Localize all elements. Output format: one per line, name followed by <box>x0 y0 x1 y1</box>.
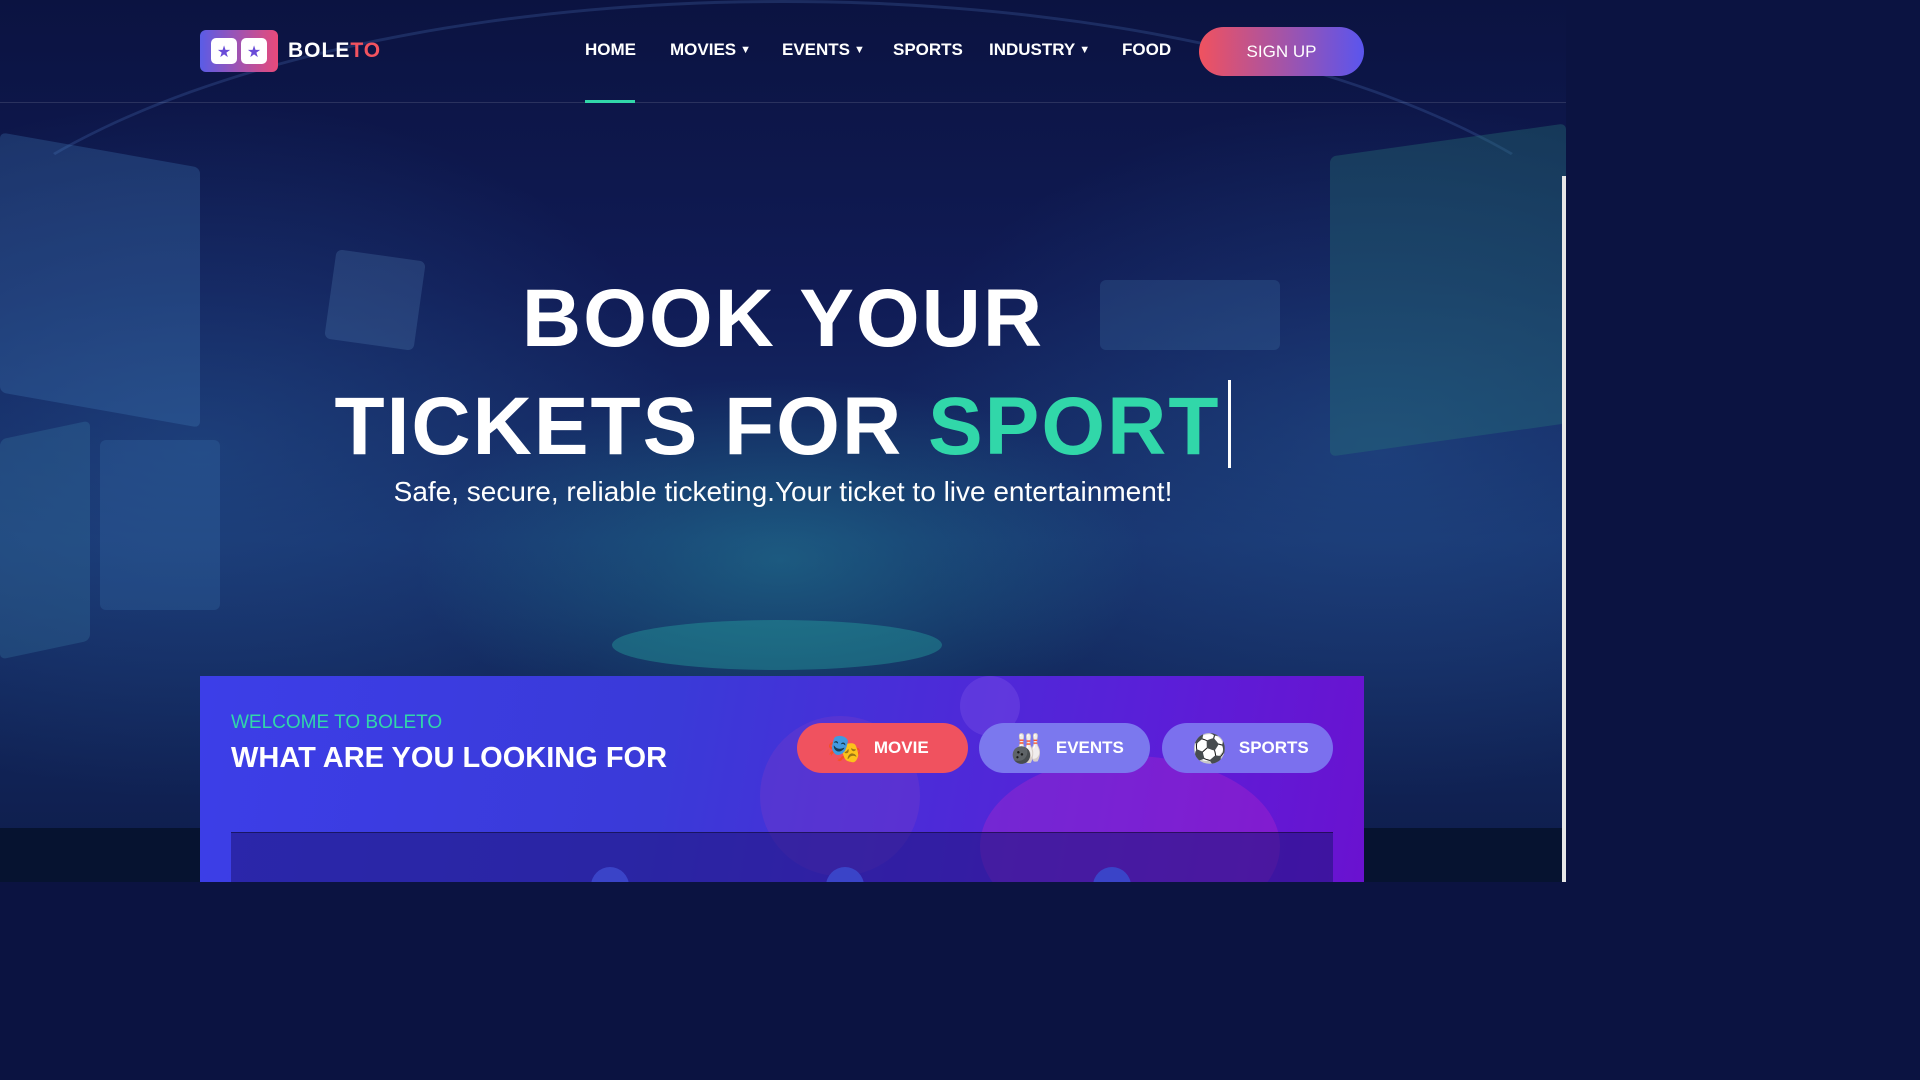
nav-item-label: EVENTS <box>782 40 851 59</box>
chevron-down-icon: ▼ <box>740 44 752 56</box>
typing-cursor <box>1228 380 1232 468</box>
category-events-button[interactable]: 🎳 EVENTS <box>979 723 1150 773</box>
ticket-icon: ★ ★ <box>200 30 278 72</box>
search-form <box>231 832 1333 882</box>
star-icon: ★ <box>241 38 267 64</box>
background-stage <box>612 620 942 670</box>
nav-item-label: HOME <box>585 40 636 59</box>
category-label: EVENTS <box>1055 738 1124 757</box>
nav-item-label: MOVIES <box>670 40 737 59</box>
theater-masks-icon: 🎭 <box>827 732 862 764</box>
star-icon: ★ <box>211 38 237 64</box>
chevron-down-icon: ▼ <box>1079 44 1091 56</box>
search-panel: WELCOME TO BOLETO WHAT ARE YOU LOOKING F… <box>200 676 1364 882</box>
hero-subtitle: Safe, secure, reliable ticketing.Your ti… <box>393 476 1173 507</box>
nav-item-label: FOOD <box>1122 40 1172 59</box>
nav-item-events[interactable]: EVENTS ▼ <box>782 40 865 60</box>
page-scrollbar[interactable] <box>1562 176 1566 882</box>
hero-title-accent: SPORT <box>927 381 1221 472</box>
category-movie-button[interactable]: 🎭 MOVIE <box>797 723 968 773</box>
brand-name: BOLETO <box>288 39 381 63</box>
chevron-down-icon: ▼ <box>854 44 865 56</box>
nav-item-label: SPORTS <box>893 40 963 59</box>
site-logo[interactable]: ★ ★ BOLETO <box>200 30 381 72</box>
nav-item-sports[interactable]: SPORTS <box>893 40 963 60</box>
category-sports-button[interactable]: ⚽ SPORTS <box>1162 723 1333 773</box>
active-nav-indicator <box>585 100 635 103</box>
nav-item-movies[interactable]: MOVIES ▼ <box>670 40 751 60</box>
hero-title-prefix: TICKETS FOR <box>334 381 904 472</box>
welcome-label: WELCOME TO BOLETO <box>231 712 443 733</box>
calendar-icon <box>826 867 864 882</box>
category-label: MOVIE <box>873 738 929 757</box>
nav-item-label: INDUSTRY <box>989 40 1076 59</box>
site-header: ★ ★ BOLETO HOME MOVIES ▼ EVENTS ▼ SPORTS I… <box>0 0 1566 103</box>
nav-item-industry[interactable]: INDUSTRY ▼ <box>989 40 1090 60</box>
location-icon <box>591 867 629 882</box>
hero-title-line1: BOOK YOUR <box>521 273 1045 364</box>
brand-name-part1: BOLE <box>288 39 351 62</box>
sign-up-button[interactable]: SIGN UP <box>1199 27 1364 76</box>
search-heading: WHAT ARE YOU LOOKING FOR <box>231 742 668 774</box>
cinema-icon <box>1093 867 1131 882</box>
nav-item-food[interactable]: FOOD <box>1122 40 1171 60</box>
brand-name-part2: TO <box>350 39 382 62</box>
hero-title-line2: TICKETS FOR SPORT <box>0 380 1566 474</box>
nav-item-home[interactable]: HOME <box>585 40 636 60</box>
soccer-ball-icon: ⚽ <box>1192 732 1227 764</box>
category-label: SPORTS <box>1238 738 1309 757</box>
bowling-icon: 🎳 <box>1009 732 1044 764</box>
